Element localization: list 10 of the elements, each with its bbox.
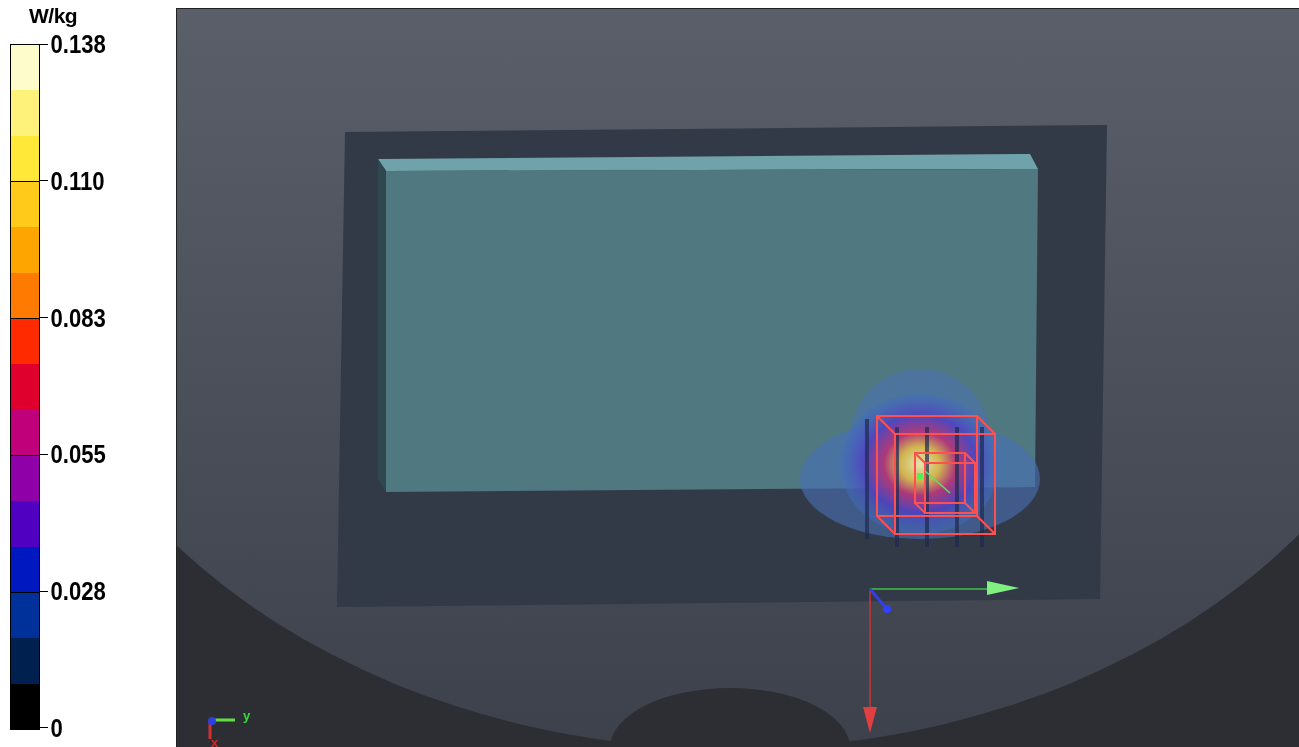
unit-label: W/kg	[29, 4, 79, 28]
scale-value: 0.028	[49, 577, 106, 606]
axis-label: y	[243, 708, 251, 723]
scale-value: 0.138	[49, 30, 106, 58]
scale-value: 0	[49, 714, 63, 742]
scale-value: 0.110	[49, 166, 105, 195]
axis-label: x	[211, 735, 219, 747]
mini-axis-triad-icon	[208, 717, 235, 739]
scale-value: 0.055	[49, 440, 106, 469]
scale-value: 0.083	[49, 303, 106, 332]
